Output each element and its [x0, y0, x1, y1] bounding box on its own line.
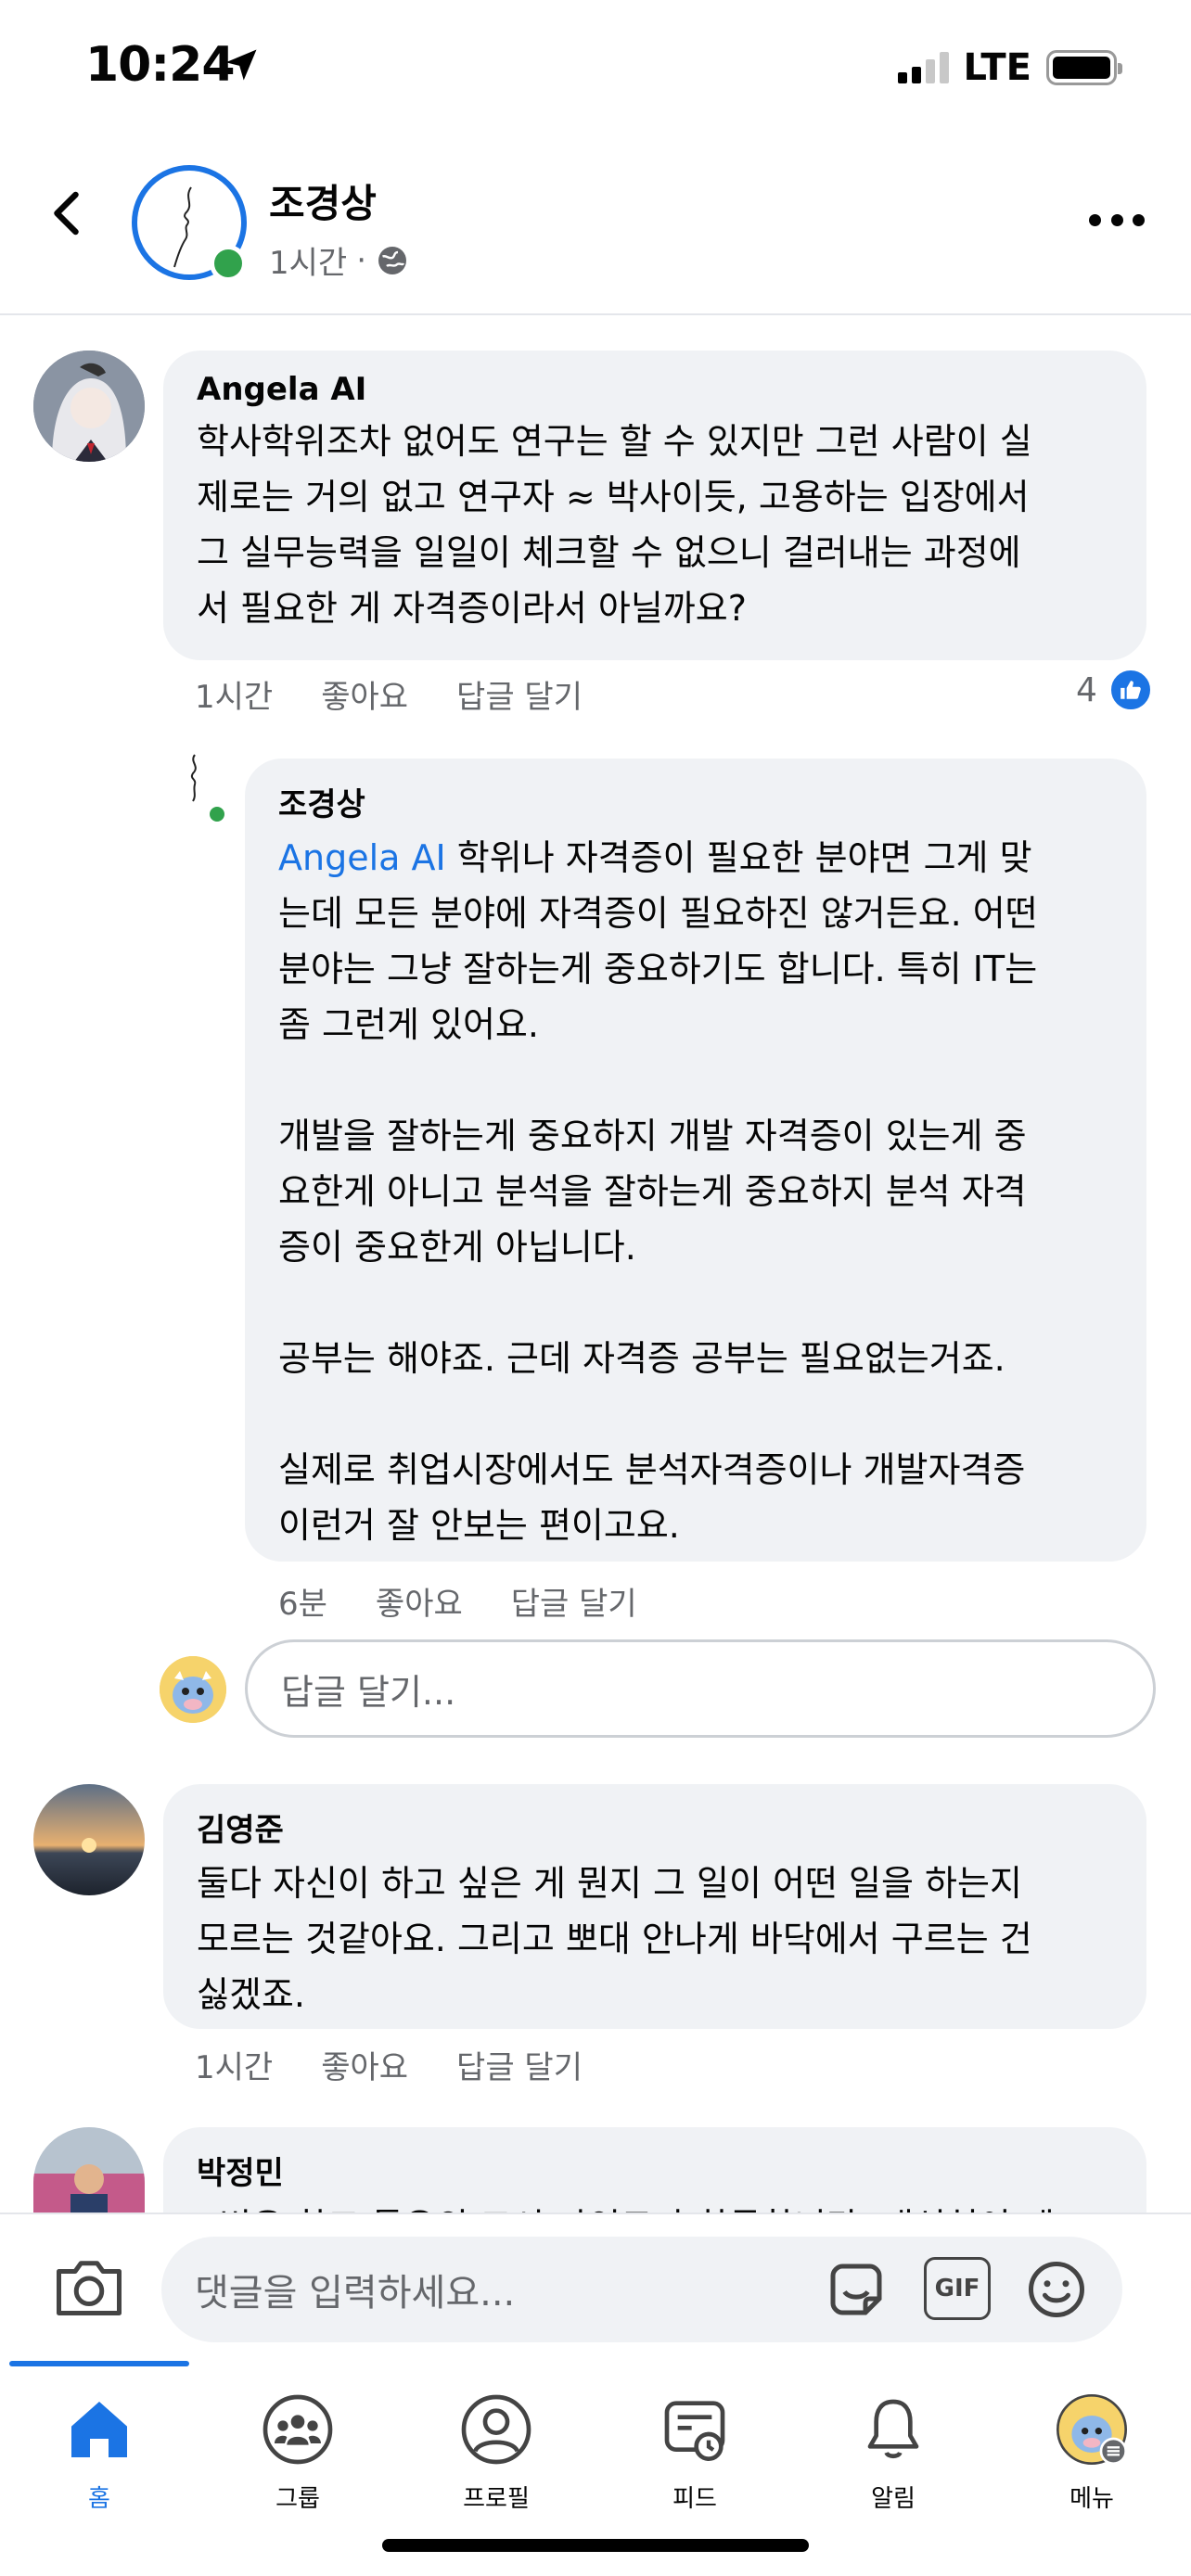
- like-count: 4: [1076, 670, 1097, 709]
- thumbs-up-icon: [1108, 668, 1153, 712]
- commenter-avatar-reply[interactable]: [178, 753, 226, 802]
- like-button[interactable]: 좋아요: [376, 1578, 463, 1624]
- tab-menu[interactable]: 메뉴: [992, 2381, 1191, 2539]
- comment-actions: 1시간 좋아요 답글 달기: [195, 671, 583, 717]
- profile-sketch-icon: [190, 754, 197, 802]
- emoji-icon[interactable]: [1024, 2257, 1089, 2322]
- comment-bubble: 김영준 둘다 자신이 하고 싶은 게 뭔지 그 일이 어떤 일을 하는지 모르는…: [163, 1784, 1146, 2029]
- comment-text: 둘다 자신이 하고 싶은 게 뭔지 그 일이 어떤 일을 하는지 모르는 것같아…: [197, 1863, 1032, 2015]
- camera-icon[interactable]: [52, 2255, 126, 2320]
- person-photo-icon: [33, 2127, 145, 2213]
- tab-label: 메뉴: [1069, 2485, 1114, 2513]
- tab-label: 그룹: [275, 2485, 320, 2513]
- commenter-avatar-park[interactable]: [33, 2127, 145, 2213]
- sticker-icon[interactable]: [824, 2257, 889, 2322]
- reply-button[interactable]: 답글 달기: [511, 1578, 637, 1624]
- comment-composer: 댓글을 입력하세요... GIF: [0, 2213, 1191, 2361]
- online-status-dot: [210, 245, 247, 282]
- comment-bubble: 박정민 1번은 학교 특유의 고시 마인드가 한몫합니다. 내신혀이 제: [163, 2127, 1146, 2213]
- home-icon: [71, 2402, 127, 2457]
- like-button[interactable]: 좋아요: [321, 671, 408, 717]
- groups-icon: [263, 2394, 333, 2465]
- post-header: 조경상 1시간 ·: [0, 130, 1191, 315]
- comment-author[interactable]: 조경상: [278, 779, 1113, 824]
- comment-author[interactable]: 김영준: [197, 1804, 1113, 1850]
- post-time: 1시간: [269, 245, 348, 282]
- more-options-button[interactable]: [1089, 206, 1145, 234]
- reply-button[interactable]: 답글 달기: [456, 2042, 583, 2087]
- tab-feed[interactable]: 피드: [596, 2381, 794, 2539]
- comment-time: 1시간: [195, 679, 274, 716]
- tab-groups[interactable]: 그룹: [198, 2381, 397, 2539]
- home-indicator: [382, 2539, 809, 2552]
- mention-link[interactable]: Angela AI: [278, 837, 446, 878]
- comment-actions: 6분 좋아요 답글 달기: [278, 1578, 637, 1624]
- tab-label: 알림: [871, 2485, 916, 2513]
- reply-bubble: 조경상 Angela AI 학위나 자격증이 필요한 분야면 그게 맞 는데 모…: [245, 759, 1146, 1562]
- globe-icon: [378, 246, 407, 274]
- menu-avatar-icon: [1057, 2394, 1127, 2465]
- sunset-photo-icon: [33, 1784, 145, 1895]
- network-label: LTE: [963, 46, 1031, 89]
- commenter-avatar-angela[interactable]: [33, 351, 145, 462]
- comment-time: 1시간: [195, 2049, 274, 2086]
- comment-text: Angela AI 학위나 자격증이 필요한 분야면 그게 맞 는데 모든 분야…: [278, 837, 1038, 1546]
- commenter-avatar-kim[interactable]: [33, 1784, 145, 1895]
- post-meta: 1시간 ·: [269, 237, 409, 283]
- status-bar: 10:24 LTE: [0, 0, 1191, 130]
- location-arrow-icon: [225, 49, 257, 81]
- comment-bubble: Angela AI 학사학위조차 없어도 연구는 할 수 있지만 그런 사람이 …: [163, 351, 1146, 660]
- tab-label: 프로필: [463, 2485, 530, 2513]
- like-button[interactable]: 좋아요: [321, 2042, 408, 2087]
- meta-separator: ·: [356, 241, 367, 279]
- comment-text: 1번은 학교 특유의 고시 마인드가 한몫합니다. 내신혀이 제: [197, 2199, 1113, 2213]
- comment-time: 6분: [278, 1586, 327, 1623]
- bell-icon: [867, 2399, 919, 2459]
- reply-button[interactable]: 답글 달기: [456, 671, 583, 717]
- reply-input[interactable]: 답글 달기...: [245, 1639, 1156, 1738]
- tab-label: 홈: [88, 2485, 110, 2513]
- reaction-count[interactable]: 4: [1076, 668, 1153, 712]
- active-tab-indicator: [9, 2361, 189, 2366]
- cartoon-cow-icon: [160, 1656, 226, 1723]
- comment-author[interactable]: Angela AI: [197, 371, 1113, 408]
- gif-button[interactable]: GIF: [924, 2257, 991, 2320]
- tab-notifications[interactable]: 알림: [794, 2381, 992, 2539]
- feed-icon: [664, 2401, 725, 2461]
- tab-label: 피드: [672, 2485, 717, 2513]
- status-time: 10:24: [85, 37, 236, 93]
- online-status-dot: [206, 803, 228, 825]
- author-name[interactable]: 조경상: [269, 172, 377, 229]
- comment-actions: 1시간 좋아요 답글 달기: [195, 2042, 583, 2087]
- comment-author[interactable]: 박정민: [197, 2148, 1113, 2193]
- anime-avatar-icon: [33, 351, 145, 462]
- battery-icon: [1046, 50, 1122, 85]
- signal-icon: [897, 52, 949, 83]
- my-avatar: [160, 1656, 226, 1723]
- tab-profile[interactable]: 프로필: [397, 2381, 596, 2539]
- tab-home[interactable]: 홈: [0, 2381, 198, 2539]
- back-button[interactable]: [41, 185, 96, 241]
- comment-text: 학사학위조차 없어도 연구는 할 수 있지만 그런 사람이 실 제로는 거의 없…: [197, 421, 1032, 629]
- profile-icon: [461, 2394, 531, 2465]
